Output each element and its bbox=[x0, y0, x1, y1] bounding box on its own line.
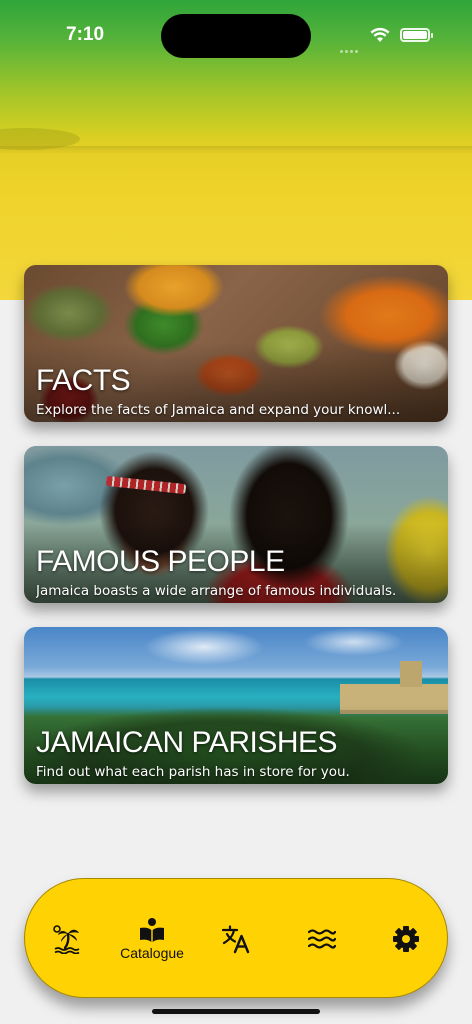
open-book-icon bbox=[139, 917, 165, 943]
wifi-icon bbox=[370, 27, 390, 43]
tab-catalogue-label: Catalogue bbox=[120, 945, 184, 961]
card-famous-people[interactable]: FAMOUS PEOPLE Jamaica boasts a wide arra… bbox=[24, 446, 448, 603]
translate-icon bbox=[221, 924, 251, 954]
status-time: 7:10 bbox=[66, 24, 105, 45]
tab-waves[interactable] bbox=[292, 879, 352, 999]
card-title: FAMOUS PEOPLE bbox=[36, 545, 285, 578]
horizon-line bbox=[0, 146, 472, 154]
gear-icon bbox=[392, 925, 420, 953]
home-indicator[interactable] bbox=[152, 1009, 320, 1014]
palm-tree-icon bbox=[52, 924, 82, 954]
card-subtitle: Find out what each parish has in store f… bbox=[36, 764, 350, 780]
card-subtitle: Explore the facts of Jamaica and expand … bbox=[36, 402, 401, 418]
card-jamaican-parishes[interactable]: JAMAICAN PARISHES Find out what each par… bbox=[24, 627, 448, 784]
cellular-signal-icon bbox=[340, 38, 362, 53]
card-title: JAMAICAN PARISHES bbox=[36, 726, 338, 759]
card-facts[interactable]: FACTS Explore the facts of Jamaica and e… bbox=[24, 265, 448, 422]
card-subtitle: Jamaica boasts a wide arrange of famous … bbox=[36, 583, 397, 599]
tab-tourism[interactable] bbox=[37, 879, 97, 999]
dynamic-island bbox=[161, 14, 311, 58]
tab-catalogue[interactable]: Catalogue bbox=[120, 879, 184, 999]
battery-icon bbox=[400, 28, 433, 42]
tab-settings[interactable] bbox=[376, 879, 436, 999]
tab-translate[interactable] bbox=[206, 879, 266, 999]
bottom-tab-bar: Catalogue bbox=[24, 878, 448, 998]
waves-icon bbox=[308, 928, 336, 950]
card-title: FACTS bbox=[36, 364, 131, 397]
